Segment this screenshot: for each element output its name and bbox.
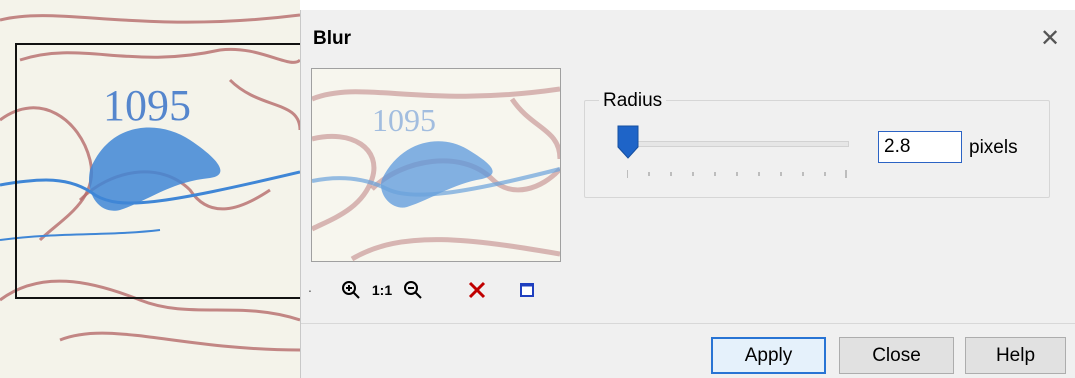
radius-slider-thumb[interactable] [617, 125, 639, 159]
radius-slider-track[interactable] [623, 141, 849, 147]
radius-input[interactable] [878, 131, 962, 163]
svg-text:1095: 1095 [103, 81, 191, 130]
separator [301, 323, 1075, 324]
zoom-out-icon[interactable] [401, 278, 425, 302]
background-map: 1095 [0, 0, 300, 378]
help-button[interactable]: Help [965, 337, 1066, 374]
preview-image[interactable]: 1095 [311, 68, 561, 262]
blur-dialog: Blur ✕ 1095 · 1:1 Radius 2.8 pixels Appl… [300, 10, 1075, 378]
apply-button[interactable]: Apply [711, 337, 826, 374]
square-frame-icon[interactable] [515, 278, 539, 302]
toolbar-grip-icon: · [307, 282, 313, 298]
close-icon[interactable]: ✕ [1034, 22, 1066, 54]
dialog-title: Blur [313, 28, 351, 49]
units-label: pixels [969, 137, 1018, 158]
title-bar: Blur ✕ [301, 10, 1075, 66]
slider-ticks [627, 170, 847, 178]
radius-label: Radius [599, 90, 667, 112]
zoom-in-icon[interactable] [339, 278, 363, 302]
red-x-icon[interactable] [465, 278, 489, 302]
preview-toolbar: · 1:1 [307, 272, 587, 312]
actual-size-button[interactable]: 1:1 [369, 278, 395, 302]
svg-text:1095: 1095 [372, 102, 436, 138]
close-button[interactable]: Close [839, 337, 954, 374]
